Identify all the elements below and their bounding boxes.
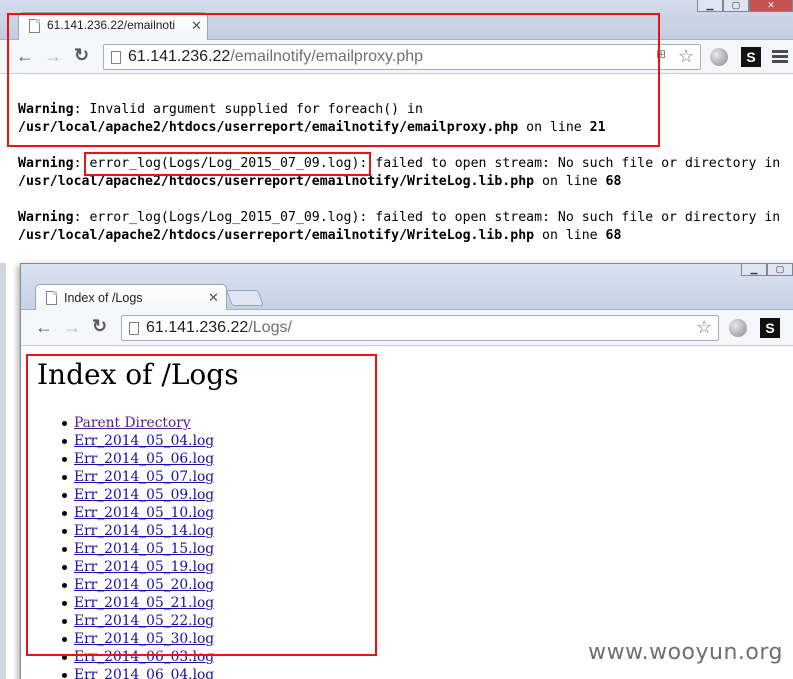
page-favicon-icon (46, 291, 57, 305)
window-controls: ▁ ▢ (741, 264, 793, 276)
reload-icon[interactable]: ↻ (92, 316, 107, 336)
log-file-link[interactable]: Err_2014_06_04.log (74, 667, 214, 679)
forward-arrow-icon[interactable]: → (63, 317, 81, 337)
window-edge (0, 263, 6, 679)
menu-icon[interactable] (772, 50, 788, 64)
page-icon (129, 322, 139, 335)
tab-title: Index of /Logs (64, 291, 143, 305)
globe-extension-icon[interactable] (710, 48, 728, 66)
address-url: 61.141.236.22/Logs/ (146, 319, 292, 336)
watermark: www.wooyun.org (588, 640, 783, 665)
minimize-icon[interactable]: ▁ (741, 264, 767, 276)
close-window-icon[interactable]: ✕ (749, 0, 793, 12)
php-warning-3: Warning: error_log(Logs/Log_2015_07_09.l… (18, 210, 781, 243)
back-arrow-icon[interactable]: ← (35, 317, 53, 337)
annotation-box-error-log (84, 152, 371, 176)
list-item: Err_2014_06_04.log (61, 666, 214, 679)
window-controls: ▁ ▢ ✕ (697, 0, 793, 12)
front-toolbar: ← → ↻ 61.141.236.22/Logs/ ☆ S (21, 310, 793, 346)
extension-s-icon[interactable]: S (760, 318, 780, 338)
maximize-icon[interactable]: ▢ (723, 0, 749, 12)
annotation-box-logs (26, 354, 377, 656)
close-tab-icon[interactable]: ✕ (208, 290, 219, 306)
bookmark-star-icon[interactable]: ☆ (696, 317, 712, 338)
new-tab-button[interactable] (226, 290, 264, 306)
maximize-icon[interactable]: ▢ (767, 264, 793, 276)
front-title-bar: Index of /Logs ✕ ▁ ▢ (21, 264, 793, 311)
bookmark-star-icon[interactable]: ☆ (678, 46, 694, 67)
minimize-icon[interactable]: ▁ (697, 0, 723, 12)
extension-s-icon[interactable]: S (741, 47, 761, 67)
tab-index-of-logs[interactable]: Index of /Logs ✕ (35, 284, 227, 311)
address-bar[interactable]: 61.141.236.22/Logs/ ☆ (121, 315, 719, 341)
annotation-box-top (7, 13, 660, 147)
globe-extension-icon[interactable] (729, 319, 747, 337)
